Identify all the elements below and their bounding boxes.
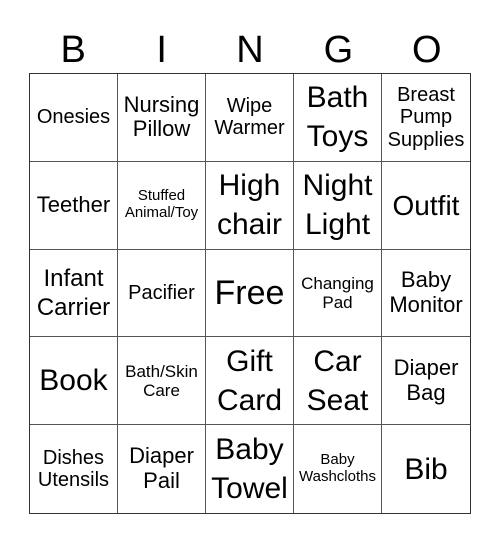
bingo-cell[interactable]: Diaper Pail bbox=[118, 425, 206, 513]
bingo-cell[interactable]: Diaper Bag bbox=[382, 337, 470, 426]
free-space[interactable]: Free bbox=[206, 249, 294, 338]
bingo-cell[interactable]: Infant Carrier bbox=[30, 249, 118, 338]
bingo-cell[interactable]: Bath Toys bbox=[294, 74, 382, 162]
bingo-cell[interactable]: Bath/Skin Care bbox=[118, 337, 206, 426]
bingo-cell[interactable]: Changing Pad bbox=[294, 249, 382, 338]
header-letter-o: O bbox=[412, 29, 442, 71]
bingo-cell[interactable]: Pacifier bbox=[118, 249, 206, 338]
bingo-cell[interactable]: Baby Towel bbox=[206, 425, 294, 513]
header-letter-i: I bbox=[156, 29, 167, 71]
bingo-cell[interactable]: Teether bbox=[30, 161, 118, 250]
bingo-cell[interactable]: Car Seat bbox=[294, 337, 382, 426]
bingo-header: B I N G O bbox=[29, 28, 471, 73]
header-letter-n: N bbox=[236, 29, 264, 71]
bingo-cell[interactable]: Outfit bbox=[382, 162, 470, 250]
bingo-grid: Onesies Nursing Pillow Wipe Warmer Bath … bbox=[29, 73, 471, 514]
header-letter-b: B bbox=[60, 29, 86, 71]
bingo-cell[interactable]: Stuffed Animal/Toy bbox=[118, 161, 206, 250]
bingo-cell[interactable]: Onesies bbox=[30, 74, 118, 162]
bingo-cell[interactable]: High chair bbox=[206, 161, 294, 250]
bingo-cell[interactable]: Baby Washcloths bbox=[294, 425, 382, 513]
bingo-cell[interactable]: Breast Pump Supplies bbox=[382, 74, 470, 162]
bingo-cell[interactable]: Gift Card bbox=[206, 337, 294, 426]
bingo-cell[interactable]: Nursing Pillow bbox=[118, 74, 206, 162]
bingo-cell[interactable]: Wipe Warmer bbox=[206, 74, 294, 162]
bingo-cell[interactable]: Dishes Utensils bbox=[30, 425, 118, 513]
bingo-cell[interactable]: Book bbox=[30, 337, 118, 426]
bingo-cell[interactable]: Night Light bbox=[294, 161, 382, 250]
header-letter-g: G bbox=[323, 29, 354, 71]
bingo-cell[interactable]: Bib bbox=[382, 425, 470, 513]
bingo-cell[interactable]: Baby Monitor bbox=[382, 250, 470, 338]
